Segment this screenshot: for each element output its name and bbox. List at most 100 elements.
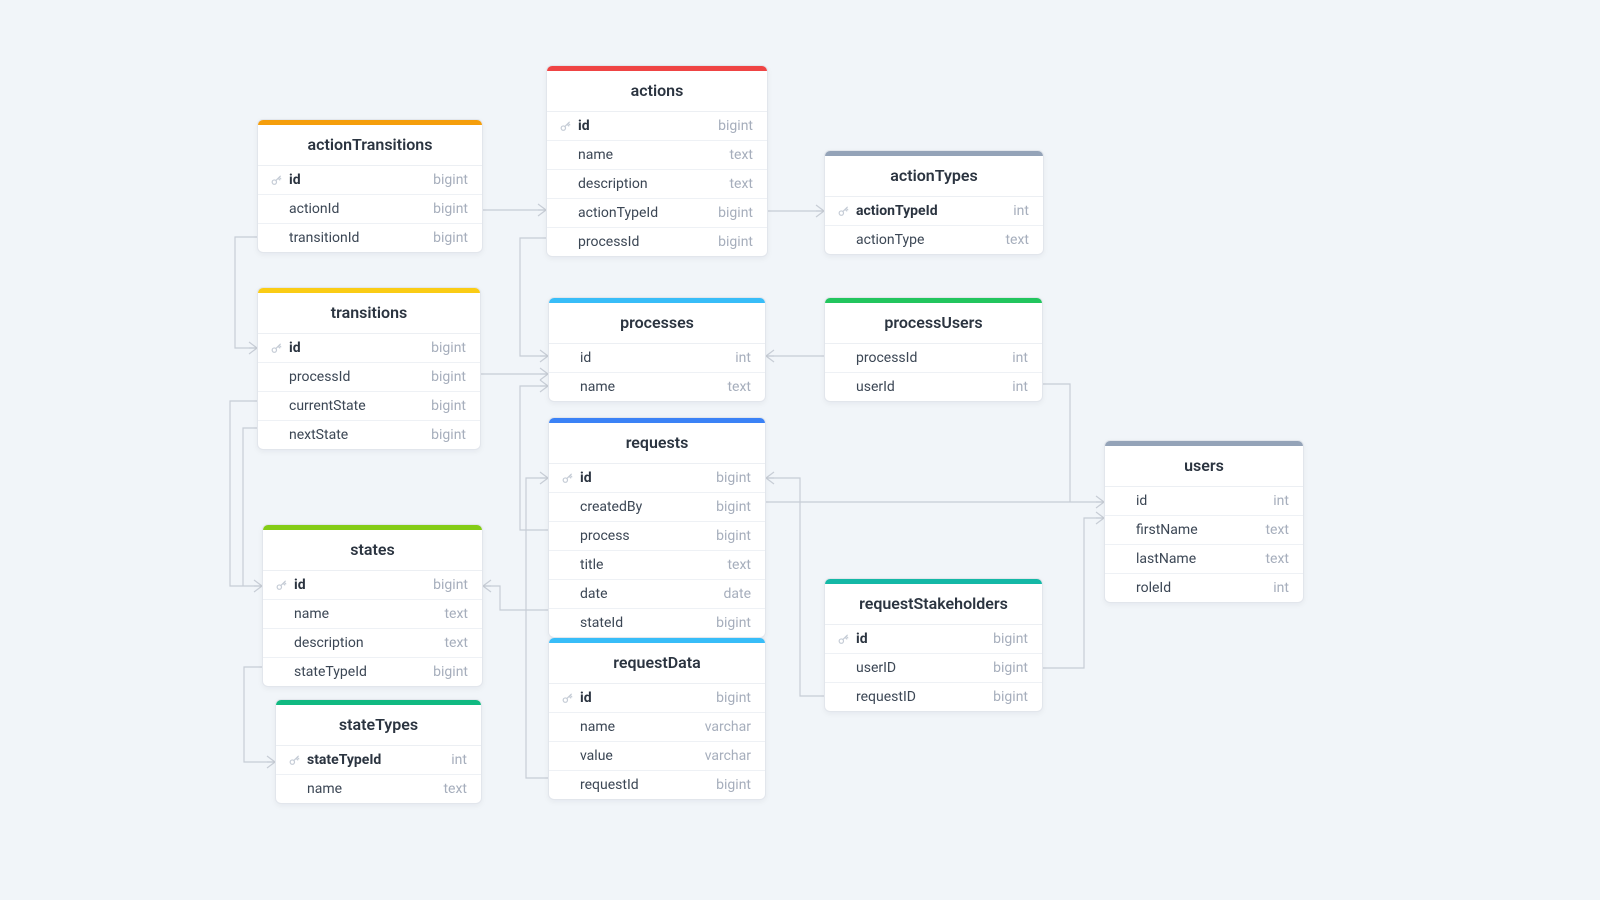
table-actionTypes[interactable]: actionTypes actionTypeId int actionTypetext — [824, 150, 1044, 255]
column-row[interactable]: valuevarchar — [549, 742, 765, 771]
column-name: id — [275, 577, 306, 593]
er-diagram-canvas[interactable]: actionTransitionsidbigintactionIdbigintt… — [0, 0, 1600, 900]
column-name: processId — [559, 234, 639, 250]
column-name: id — [561, 690, 592, 706]
column-row[interactable]: nametext — [263, 600, 482, 629]
table-title: users — [1105, 446, 1303, 487]
column-type: bigint — [716, 499, 751, 515]
table-actionTransitions[interactable]: actionTransitionsidbigintactionIdbigintt… — [257, 119, 483, 253]
column-name: id — [270, 172, 301, 188]
column-row[interactable]: idbigint — [258, 166, 482, 195]
column-type: bigint — [433, 577, 468, 593]
column-row[interactable]: idbigint — [258, 334, 480, 363]
key-icon — [561, 692, 574, 705]
column-type: varchar — [705, 719, 751, 735]
column-type: bigint — [716, 615, 751, 631]
column-row[interactable]: stateTypeIdbigint — [263, 658, 482, 686]
column-type: date — [723, 586, 751, 602]
column-type: int — [1013, 203, 1029, 219]
table-states[interactable]: statesidbigintnametextdescriptiontextsta… — [262, 524, 483, 687]
table-processUsers[interactable]: processUsersprocessIdintuserIdint — [824, 297, 1043, 402]
column-row[interactable]: datedate — [549, 580, 765, 609]
table-title: actionTypes — [825, 156, 1043, 197]
column-row[interactable]: roleIdint — [1105, 574, 1303, 602]
table-requestData[interactable]: requestDataidbigintnamevarcharvaluevarch… — [548, 637, 766, 800]
column-row[interactable]: descriptiontext — [547, 170, 767, 199]
column-row[interactable]: idint — [549, 344, 765, 373]
column-name: userID — [837, 660, 896, 676]
column-row[interactable]: actionTypetext — [825, 226, 1043, 254]
column-name: actionTypeId — [559, 205, 658, 221]
column-row[interactable]: descriptiontext — [263, 629, 482, 658]
column-name: actionId — [270, 201, 339, 217]
column-row[interactable]: idbigint — [549, 684, 765, 713]
table-requestStakeholders[interactable]: requestStakeholdersidbigintuserIDbigintr… — [824, 578, 1043, 712]
column-row[interactable]: idint — [1105, 487, 1303, 516]
column-row[interactable]: title text — [549, 551, 765, 580]
column-name: description — [559, 176, 648, 192]
table-title: actionTransitions — [258, 125, 482, 166]
key-icon — [561, 472, 574, 485]
column-type: bigint — [433, 230, 468, 246]
column-row[interactable]: process bigint — [549, 522, 765, 551]
column-name: requestID — [837, 689, 916, 705]
column-name: stateTypeId — [275, 664, 367, 680]
table-actions[interactable]: actionsidbigintnametextdescriptiontextac… — [546, 65, 768, 257]
column-name: roleId — [1117, 580, 1171, 596]
column-row[interactable]: actionTypeIdbigint — [547, 199, 767, 228]
column-name: actionType — [837, 232, 924, 248]
column-row[interactable]: processIdint — [825, 344, 1042, 373]
column-row[interactable]: nametext — [547, 141, 767, 170]
column-name: stateId — [561, 615, 623, 631]
column-row[interactable]: nametext — [549, 373, 765, 401]
column-type: bigint — [716, 528, 751, 544]
column-row[interactable]: currentStatebigint — [258, 392, 480, 421]
column-name: nextState — [270, 427, 348, 443]
column-row[interactable]: userIdint — [825, 373, 1042, 401]
column-row[interactable]: nextStatebigint — [258, 421, 480, 449]
column-name: value — [561, 748, 613, 764]
table-transitions[interactable]: transitionsidbigintprocessIdbigintcurren… — [257, 287, 481, 450]
column-row[interactable]: requestID bigint — [825, 683, 1042, 711]
column-row[interactable]: lastNametext — [1105, 545, 1303, 574]
column-type: text — [727, 557, 751, 573]
column-row[interactable]: idbigint — [549, 464, 765, 493]
column-row[interactable]: firstNametext — [1105, 516, 1303, 545]
column-row[interactable]: actionTypeId int — [825, 197, 1043, 226]
column-row[interactable]: id bigint — [263, 571, 482, 600]
column-type: int — [451, 752, 467, 768]
column-name: actionTypeId — [837, 203, 938, 219]
column-name: process — [561, 528, 630, 544]
table-title: processUsers — [825, 303, 1042, 344]
column-type: text — [443, 781, 467, 797]
column-type: int — [1273, 493, 1289, 509]
column-row[interactable]: namevarchar — [549, 713, 765, 742]
table-processes[interactable]: processesidintnametext — [548, 297, 766, 402]
key-icon — [275, 579, 288, 592]
column-row[interactable]: stateId bigint — [549, 609, 765, 637]
column-name: id — [837, 631, 868, 647]
table-title: transitions — [258, 293, 480, 334]
column-name: name — [561, 379, 615, 395]
column-row[interactable]: stateTypeIdint — [276, 746, 481, 775]
table-requests[interactable]: requestsidbigintcreatedBybigintprocessbi… — [548, 417, 766, 638]
key-icon — [288, 754, 301, 767]
column-row[interactable]: idbigint — [825, 625, 1042, 654]
column-row[interactable]: idbigint — [547, 112, 767, 141]
column-name: title — [561, 557, 603, 573]
column-type: bigint — [433, 201, 468, 217]
column-row[interactable]: transitionIdbigint — [258, 224, 482, 252]
column-row[interactable]: actionId bigint — [258, 195, 482, 224]
column-row[interactable]: createdBybigint — [549, 493, 765, 522]
column-type: int — [735, 350, 751, 366]
column-row[interactable]: userIDbigint — [825, 654, 1042, 683]
column-type: bigint — [993, 689, 1028, 705]
column-row[interactable]: nametext — [276, 775, 481, 803]
column-row[interactable]: requestIdbigint — [549, 771, 765, 799]
column-row[interactable]: processIdbigint — [547, 228, 767, 256]
column-name: currentState — [270, 398, 366, 414]
column-type: bigint — [431, 340, 466, 356]
column-row[interactable]: processIdbigint — [258, 363, 480, 392]
table-stateTypes[interactable]: stateTypesstateTypeIdintnametext — [275, 699, 482, 804]
table-users[interactable]: usersidintfirstNametextlastNametextroleI… — [1104, 440, 1304, 603]
